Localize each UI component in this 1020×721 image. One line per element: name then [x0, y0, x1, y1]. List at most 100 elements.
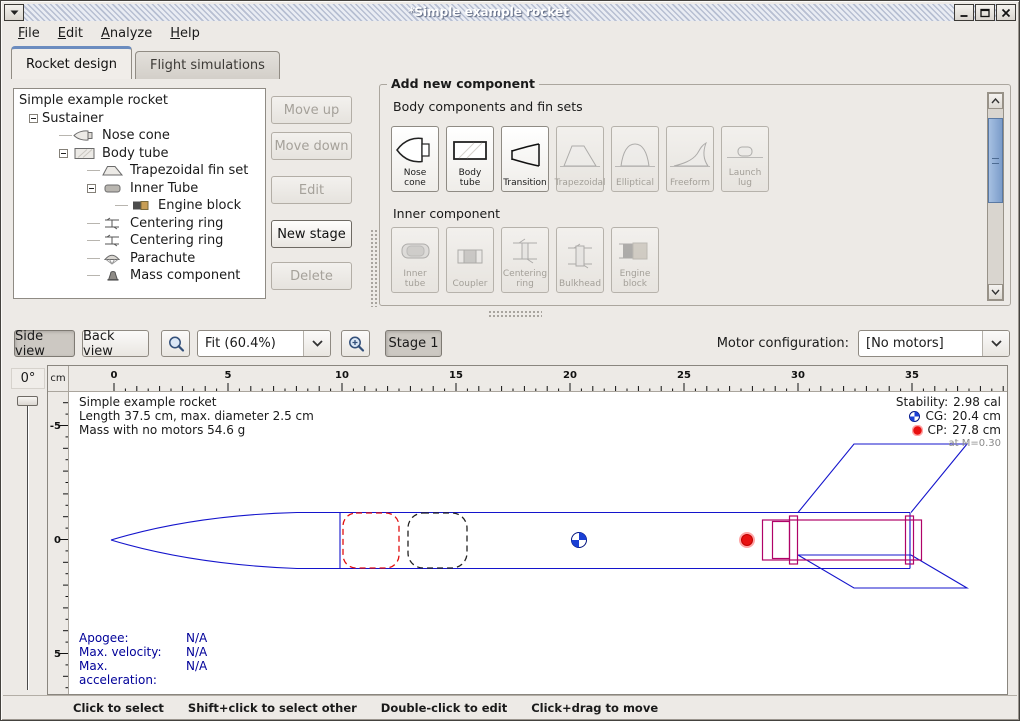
- side-view-button[interactable]: Side view: [14, 330, 75, 357]
- maximize-button[interactable]: [975, 4, 995, 21]
- tree-label: Mass component: [130, 268, 240, 283]
- transition-icon: [505, 130, 545, 179]
- add-bulkhead-button[interactable]: Bulkhead: [556, 227, 604, 293]
- add-engine-block-button[interactable]: Engine block: [611, 227, 659, 293]
- move-down-button[interactable]: Move down: [271, 132, 352, 160]
- menu-file[interactable]: File: [9, 23, 49, 44]
- add-centering-ring-button[interactable]: Centering ring: [501, 227, 549, 293]
- trapezoidal-fin-icon: [101, 164, 125, 177]
- tree-expander-icon[interactable]: [29, 114, 38, 123]
- bulkhead-icon: [560, 231, 600, 280]
- splitter-vertical[interactable]: [370, 229, 378, 307]
- parachute-marker: [343, 513, 399, 568]
- back-view-button[interactable]: Back view: [82, 330, 149, 357]
- tree-label: Inner Tube: [130, 181, 198, 196]
- scroll-down-button[interactable]: [988, 284, 1003, 300]
- view-toolbar: Side view Back view Fit (60.4%) Stage 1 …: [1, 323, 1019, 363]
- svg-text:10: 10: [335, 370, 349, 381]
- tree-row-mass-component[interactable]: Mass component: [14, 267, 265, 285]
- tree-row-nose-cone[interactable]: Nose cone: [14, 127, 265, 145]
- tree-row-parachute[interactable]: Parachute: [14, 250, 265, 268]
- cp-marker: [739, 532, 755, 548]
- minimize-button[interactable]: [954, 4, 974, 21]
- tree-label: Nose cone: [102, 128, 170, 143]
- component-tree[interactable]: Simple example rocket Sustainer Nose con…: [13, 88, 266, 299]
- magnifier-icon: [347, 335, 365, 353]
- nose-cone-icon: [73, 129, 97, 142]
- svg-text:5: 5: [54, 649, 61, 660]
- flight-data: Apogee:N/A Max. velocity:N/A Max. accele…: [79, 631, 207, 687]
- tree-row-sustainer[interactable]: Sustainer: [14, 110, 265, 128]
- tree-row-body-tube[interactable]: Body tube: [14, 145, 265, 163]
- nose-cone-icon: [395, 130, 435, 169]
- nose-cone-outline: [111, 513, 340, 569]
- motor-configuration-select[interactable]: [No motors]: [858, 330, 1010, 357]
- inner-tube-icon: [101, 182, 125, 195]
- window-menu-button[interactable]: [4, 4, 24, 21]
- add-body-tube-button[interactable]: Body tube: [446, 126, 494, 192]
- delete-button[interactable]: Delete: [271, 262, 352, 290]
- scroll-up-button[interactable]: [988, 93, 1003, 109]
- palette-scrollbar[interactable]: [987, 92, 1004, 301]
- launch-lug-icon: [725, 130, 765, 169]
- titlebar: *Simple example rocket: [4, 4, 1016, 21]
- move-up-button[interactable]: Move up: [271, 96, 352, 124]
- magnifier-icon: [167, 335, 185, 353]
- tab-rocket-design[interactable]: Rocket design: [11, 46, 132, 79]
- menu-analyze[interactable]: Analyze: [92, 23, 161, 44]
- centering-ring-icon: [101, 217, 125, 230]
- motor-select-arrow[interactable]: [982, 331, 1009, 356]
- cp-icon: [912, 425, 923, 436]
- rocket-drawing: [69, 392, 1007, 694]
- svg-text:0: 0: [111, 370, 118, 381]
- add-nose-cone-button[interactable]: Nose cone: [391, 126, 439, 192]
- add-launch-lug-button[interactable]: Launch lug: [721, 126, 769, 192]
- add-elliptical-fin-button[interactable]: Elliptical: [611, 126, 659, 192]
- zoom-select-arrow[interactable]: [303, 331, 330, 356]
- menu-help[interactable]: Help: [161, 23, 209, 44]
- stage-1-button[interactable]: Stage 1: [385, 330, 442, 357]
- parachute-icon: [101, 252, 125, 265]
- tab-flight-simulations[interactable]: Flight simulations: [135, 51, 280, 79]
- edit-button[interactable]: Edit: [271, 176, 352, 204]
- zoom-out-button[interactable]: [161, 330, 190, 357]
- tree-row-engine-block[interactable]: Engine block: [14, 197, 265, 215]
- window-menu-icon: [9, 8, 20, 17]
- add-freeform-fin-button[interactable]: Freeform: [666, 126, 714, 192]
- chevron-down-icon: [991, 289, 1000, 295]
- add-inner-tube-button[interactable]: Inner tube: [391, 227, 439, 293]
- rotation-slider-handle[interactable]: [17, 396, 38, 406]
- zoom-in-button[interactable]: [341, 330, 370, 357]
- new-stage-button[interactable]: New stage: [271, 220, 352, 248]
- add-coupler-button[interactable]: Coupler: [446, 227, 494, 293]
- centering-ring-1-outline: [790, 516, 798, 564]
- zoom-select[interactable]: Fit (60.4%): [197, 330, 331, 357]
- maximize-icon: [980, 8, 990, 18]
- tree-row-centering-ring-1[interactable]: Centering ring: [14, 215, 265, 233]
- scrollbar-thumb[interactable]: [988, 118, 1003, 203]
- tree-expander-icon[interactable]: [87, 184, 96, 193]
- cg-marker: [572, 533, 587, 548]
- tree-row-fin-set[interactable]: Trapezoidal fin set: [14, 162, 265, 180]
- splitter-horizontal[interactable]: [1, 306, 1019, 320]
- tree-expander-icon[interactable]: [59, 149, 68, 158]
- add-transition-button[interactable]: Transition: [501, 126, 549, 192]
- design-area: Simple example rocket Sustainer Nose con…: [1, 79, 1019, 313]
- menu-edit[interactable]: Edit: [49, 23, 92, 44]
- add-trapezoidal-fin-button[interactable]: Trapezoidal: [556, 126, 604, 192]
- tree-row-rocket[interactable]: Simple example rocket: [14, 92, 265, 110]
- rocket-canvas[interactable]: Simple example rocket Length 37.5 cm, ma…: [69, 392, 1007, 694]
- engine-block-outline: [773, 522, 790, 559]
- section-body-components: Body components and fin sets: [393, 99, 1010, 114]
- tree-label: Centering ring: [130, 216, 223, 231]
- svg-text:35: 35: [905, 370, 919, 381]
- centering-ring-icon: [505, 231, 545, 270]
- rotation-slider[interactable]: [17, 394, 38, 694]
- svg-text:15: 15: [449, 370, 463, 381]
- horizontal-ruler: 05101520253035: [69, 366, 1007, 392]
- close-button[interactable]: [996, 4, 1016, 21]
- tree-row-inner-tube[interactable]: Inner Tube: [14, 180, 265, 198]
- zoom-value: Fit (60.4%): [198, 331, 303, 356]
- tree-row-centering-ring-2[interactable]: Centering ring: [14, 232, 265, 250]
- tree-label: Simple example rocket: [19, 93, 168, 108]
